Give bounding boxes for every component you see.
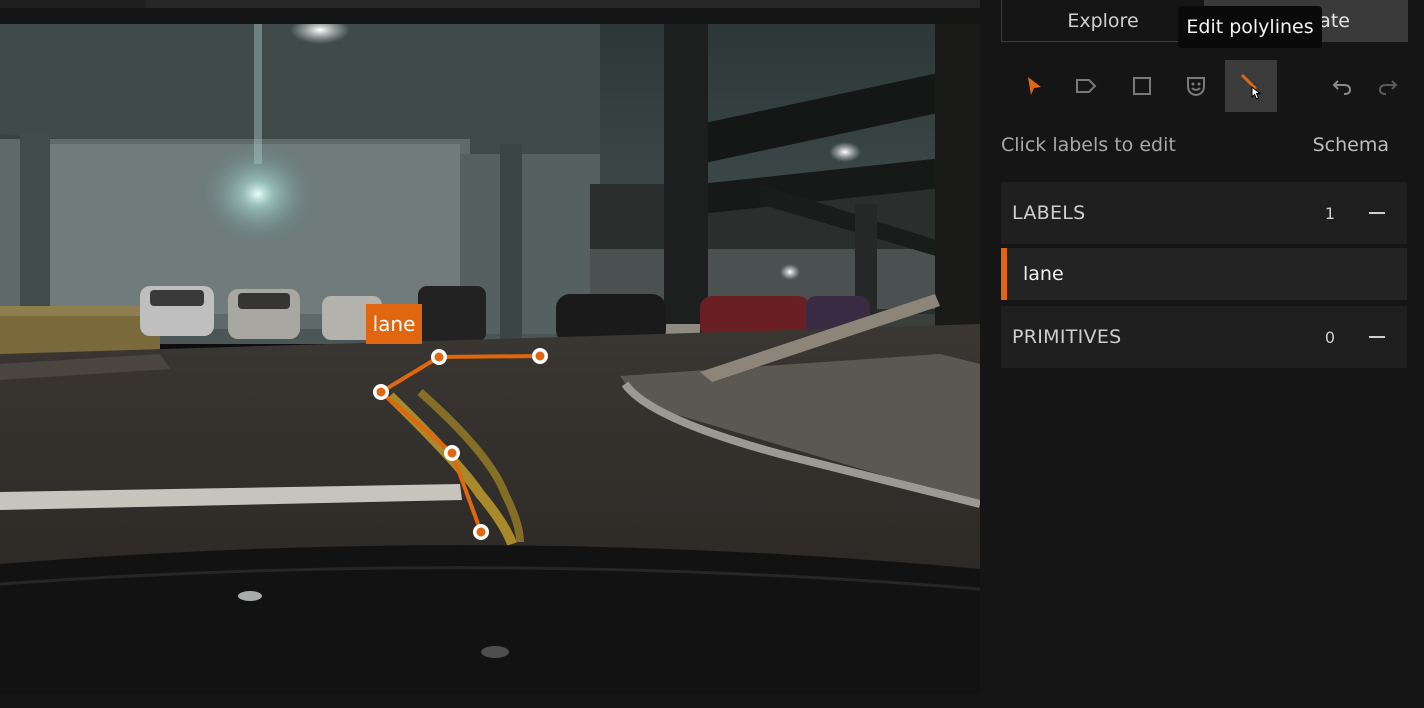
labels-count: 1 <box>1324 203 1335 223</box>
primitives-section-header[interactable]: PRIMITIVES 0 <box>1001 306 1407 368</box>
tooltip: Edit polylines <box>1178 6 1322 48</box>
image-viewport[interactable]: lane <box>0 0 980 708</box>
redo-icon <box>1378 80 1398 95</box>
edit-hint: Click labels to edit <box>1001 134 1176 156</box>
labels-section-header[interactable]: LABELS 1 <box>1001 182 1407 244</box>
polyline-vertex-center <box>476 527 486 537</box>
parking-garage-photo <box>0 24 980 694</box>
viewport-tab[interactable] <box>0 0 147 8</box>
collapse-icon[interactable] <box>1369 336 1385 338</box>
label-item-name: lane <box>1023 263 1064 285</box>
mask-tool-button[interactable] <box>1170 60 1222 112</box>
viewport-bottom-strip <box>0 694 980 708</box>
classification-tool-button[interactable] <box>1060 60 1112 112</box>
mask-icon <box>1187 77 1205 97</box>
polyline-vertex-center <box>447 448 457 458</box>
tag-icon <box>1076 79 1097 93</box>
label-item-lane[interactable]: lane <box>1001 248 1407 300</box>
arrow-pointer-icon <box>1028 77 1041 95</box>
viewport-toolbar <box>146 0 980 8</box>
annotation-sidebar: Explore Annotate Edit polylines <box>980 0 1424 708</box>
select-tool-button[interactable] <box>1008 60 1060 112</box>
square-icon <box>1133 77 1151 95</box>
polyline-icon <box>1241 74 1262 100</box>
schema-link[interactable]: Schema <box>1313 134 1389 156</box>
polyline-vertex-center <box>434 352 444 362</box>
label-color-indicator <box>1001 248 1007 300</box>
polyline-vertex-center <box>376 387 386 397</box>
viewport-top-strip <box>0 0 980 24</box>
primitives-count: 0 <box>1324 327 1335 347</box>
polyline-label-tag[interactable]: lane <box>366 304 422 344</box>
polyline-tool-button[interactable] <box>1225 60 1277 112</box>
undo-icon <box>1332 80 1352 95</box>
undo-button[interactable] <box>1322 60 1362 112</box>
bounding-box-tool-button[interactable] <box>1116 60 1168 112</box>
primitives-section-title: PRIMITIVES <box>1012 326 1122 348</box>
labels-section-title: LABELS <box>1012 202 1086 224</box>
tab-explore[interactable]: Explore <box>1001 0 1205 42</box>
collapse-icon[interactable] <box>1369 212 1385 214</box>
redo-button[interactable] <box>1368 60 1408 112</box>
polyline-vertex-center <box>535 351 545 361</box>
